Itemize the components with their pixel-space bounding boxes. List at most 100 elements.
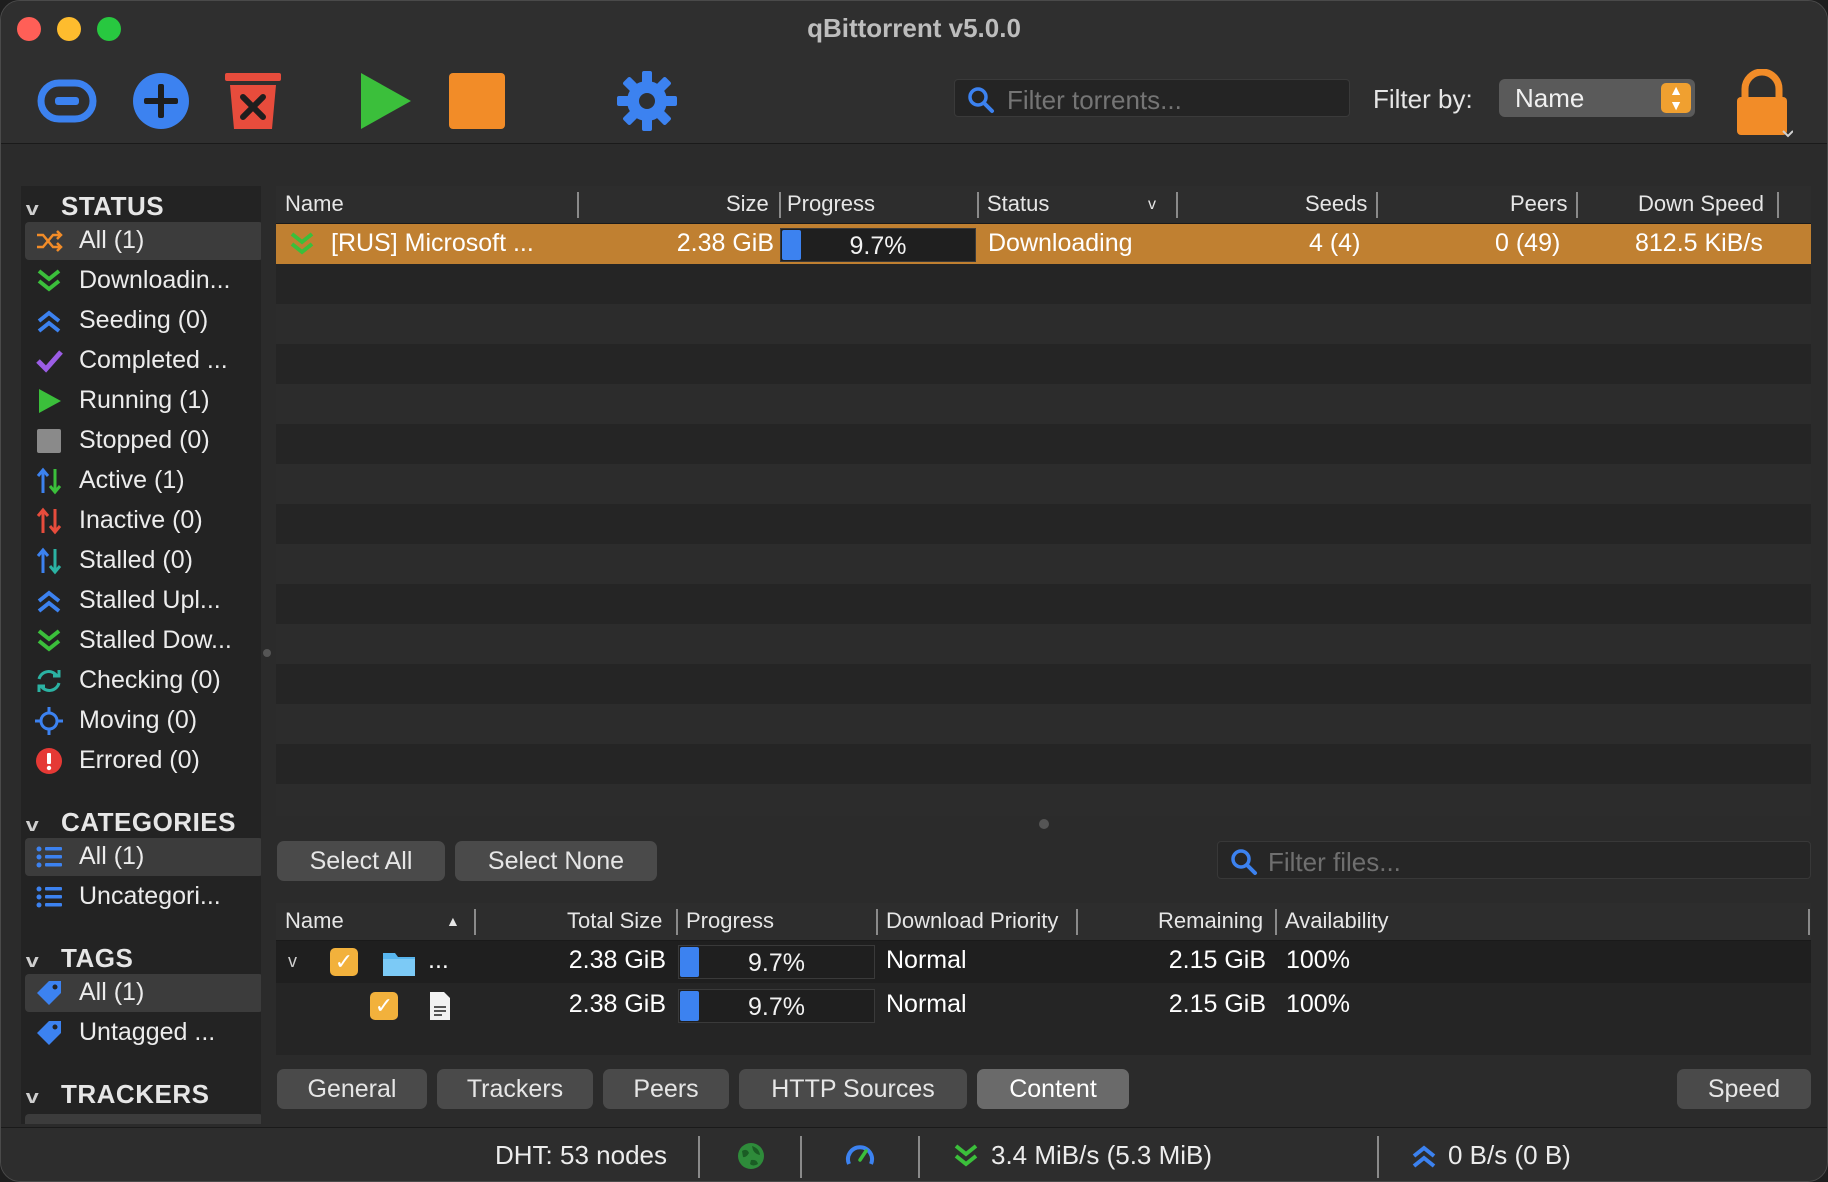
column-divider[interactable] bbox=[1275, 909, 1277, 935]
sidebar-status-all[interactable]: All (1) bbox=[25, 222, 261, 260]
torrent-seeds: 4 (4) bbox=[1309, 229, 1361, 257]
column-divider[interactable] bbox=[779, 192, 781, 218]
trackers-section-header[interactable]: v TRACKERS bbox=[26, 1079, 209, 1110]
tab-content[interactable]: Content bbox=[977, 1069, 1129, 1109]
tags-section-header[interactable]: v TAGS bbox=[25, 943, 133, 974]
resume-button[interactable] bbox=[353, 69, 417, 133]
sidebar-status-completed[interactable]: Completed ... bbox=[25, 342, 261, 380]
torrent-progress-bar: 9.7% bbox=[780, 228, 976, 262]
column-divider[interactable] bbox=[1176, 192, 1178, 218]
categories-section-header[interactable]: v CATEGORIES bbox=[26, 807, 236, 838]
progress-text: 9.7% bbox=[849, 232, 907, 260]
tab-peers[interactable]: Peers bbox=[603, 1069, 729, 1109]
sidebar-status-inactive[interactable]: Inactive (0) bbox=[25, 502, 261, 540]
torrent-list: Name Size Progress Status v Seeds Peers … bbox=[276, 186, 1811, 816]
options-button[interactable] bbox=[615, 69, 679, 133]
chevron-down-icon: v bbox=[25, 951, 40, 971]
column-divider[interactable] bbox=[577, 192, 579, 218]
column-divider[interactable] bbox=[474, 909, 476, 935]
checkbox-icon[interactable]: ✓ bbox=[330, 948, 358, 976]
tab-http-sources[interactable]: HTTP Sources bbox=[739, 1069, 967, 1109]
sidebar-status-stopped[interactable]: Stopped (0) bbox=[25, 422, 261, 460]
checkbox-icon[interactable]: ✓ bbox=[370, 992, 398, 1020]
sidebar-status-running[interactable]: Running (1) bbox=[25, 382, 261, 420]
sidebar-status-stalled-uploading[interactable]: Stalled Upl... bbox=[25, 582, 261, 620]
sidebar-status-checking[interactable]: Checking (0) bbox=[25, 662, 261, 700]
upload-chevron-icon bbox=[37, 590, 61, 613]
sidebar-category-uncategorized[interactable]: Uncategori... bbox=[25, 878, 261, 916]
file-filter-input[interactable]: Filter files... bbox=[1217, 841, 1811, 879]
column-availability[interactable]: Availability bbox=[1285, 908, 1389, 934]
tab-trackers[interactable]: Trackers bbox=[437, 1069, 593, 1109]
column-progress[interactable]: Progress bbox=[686, 908, 774, 934]
status-section-header[interactable]: v STATUS bbox=[26, 191, 164, 222]
list-icon bbox=[36, 886, 62, 908]
column-download-priority[interactable]: Download Priority bbox=[886, 908, 1058, 934]
add-torrent-button[interactable] bbox=[129, 69, 193, 133]
column-divider[interactable] bbox=[1376, 192, 1378, 218]
file-priority[interactable]: Normal bbox=[886, 990, 967, 1019]
sidebar-status-seeding[interactable]: Seeding (0) bbox=[25, 302, 261, 340]
file-remaining: 2.15 GiB bbox=[1168, 990, 1266, 1018]
error-icon bbox=[36, 748, 62, 774]
column-name[interactable]: Name bbox=[285, 908, 344, 934]
sidebar-splitter-handle[interactable] bbox=[263, 649, 271, 657]
file-priority[interactable]: Normal bbox=[886, 946, 967, 975]
search-icon bbox=[968, 87, 994, 113]
sidebar-status-stalled[interactable]: Stalled (0) bbox=[25, 542, 261, 580]
play-icon bbox=[39, 389, 61, 413]
sort-asc-icon: ▲ bbox=[446, 913, 460, 929]
column-down-speed[interactable]: Down Speed bbox=[1638, 191, 1764, 217]
sidebar-tracker-all[interactable] bbox=[25, 1114, 261, 1124]
sidebar-status-active[interactable]: Active (1) bbox=[25, 462, 261, 500]
file-tree-row[interactable]: ✓ 2.38 GiB 9.7% Normal 2.15 GiB 100% bbox=[276, 985, 1811, 1027]
app-window: qBittorrent v5.0.0 Filter torrents... Fi… bbox=[0, 0, 1828, 1182]
column-name[interactable]: Name bbox=[285, 191, 344, 217]
file-total-size: 2.38 GiB bbox=[568, 990, 666, 1018]
sidebar-tag-untagged[interactable]: Untagged ... bbox=[25, 1014, 261, 1052]
column-remaining[interactable]: Remaining bbox=[1158, 908, 1263, 934]
column-size[interactable]: Size bbox=[726, 191, 769, 217]
tab-speed[interactable]: Speed bbox=[1677, 1069, 1811, 1109]
select-all-button[interactable]: Select All bbox=[277, 841, 445, 881]
pane-splitter-handle[interactable] bbox=[1039, 819, 1049, 829]
sidebar-tag-all[interactable]: All (1) bbox=[25, 974, 261, 1012]
add-link-button[interactable] bbox=[35, 69, 99, 133]
globe-icon[interactable] bbox=[737, 1142, 765, 1170]
file-tree-row[interactable]: v ✓ ... 2.38 GiB 9.7% Normal 2.15 GiB 10… bbox=[276, 941, 1811, 983]
column-progress[interactable]: Progress bbox=[787, 191, 875, 217]
updown-arrows-red-icon bbox=[36, 507, 62, 535]
filter-by-select[interactable]: Name ▲ ▼ bbox=[1499, 79, 1695, 117]
column-status[interactable]: Status bbox=[987, 191, 1049, 217]
upload-speed: 0 B/s (0 B) bbox=[1448, 1140, 1571, 1170]
column-divider[interactable] bbox=[1808, 909, 1810, 935]
remove-button[interactable] bbox=[221, 69, 285, 133]
sidebar-status-moving[interactable]: Moving (0) bbox=[25, 702, 261, 740]
file-list: Name ▲ Total Size Progress Download Prio… bbox=[276, 903, 1811, 1055]
select-none-button[interactable]: Select None bbox=[455, 841, 657, 881]
stop-button[interactable] bbox=[445, 69, 509, 133]
column-divider[interactable] bbox=[1576, 192, 1578, 218]
column-divider[interactable] bbox=[1777, 192, 1779, 218]
tab-general[interactable]: General bbox=[277, 1069, 427, 1109]
column-divider[interactable] bbox=[1076, 909, 1078, 935]
torrent-row[interactable]: [RUS] Microsoft ... 2.38 GiB 9.7% Downlo… bbox=[276, 224, 1811, 264]
search-icon bbox=[1231, 849, 1257, 875]
sidebar-category-all[interactable]: All (1) bbox=[25, 838, 261, 876]
sidebar-status-stalled-downloading[interactable]: Stalled Dow... bbox=[25, 622, 261, 660]
column-total-size[interactable]: Total Size bbox=[567, 908, 662, 934]
empty-row bbox=[276, 544, 1811, 584]
lock-icon[interactable] bbox=[1731, 69, 1793, 141]
sidebar-status-downloading[interactable]: Downloadin... bbox=[25, 262, 261, 300]
column-seeds[interactable]: Seeds bbox=[1305, 191, 1367, 217]
column-divider[interactable] bbox=[876, 909, 878, 935]
speedometer-icon[interactable] bbox=[845, 1142, 875, 1172]
column-divider[interactable] bbox=[977, 192, 979, 218]
column-divider[interactable] bbox=[676, 909, 678, 935]
torrent-status: Downloading bbox=[988, 229, 1133, 257]
chevron-down-icon[interactable]: v bbox=[288, 951, 297, 972]
torrent-filter-input[interactable]: Filter torrents... bbox=[954, 79, 1350, 117]
column-peers[interactable]: Peers bbox=[1510, 191, 1567, 217]
torrent-name: [RUS] Microsoft ... bbox=[331, 229, 534, 257]
sidebar-status-errored[interactable]: Errored (0) bbox=[25, 742, 261, 780]
